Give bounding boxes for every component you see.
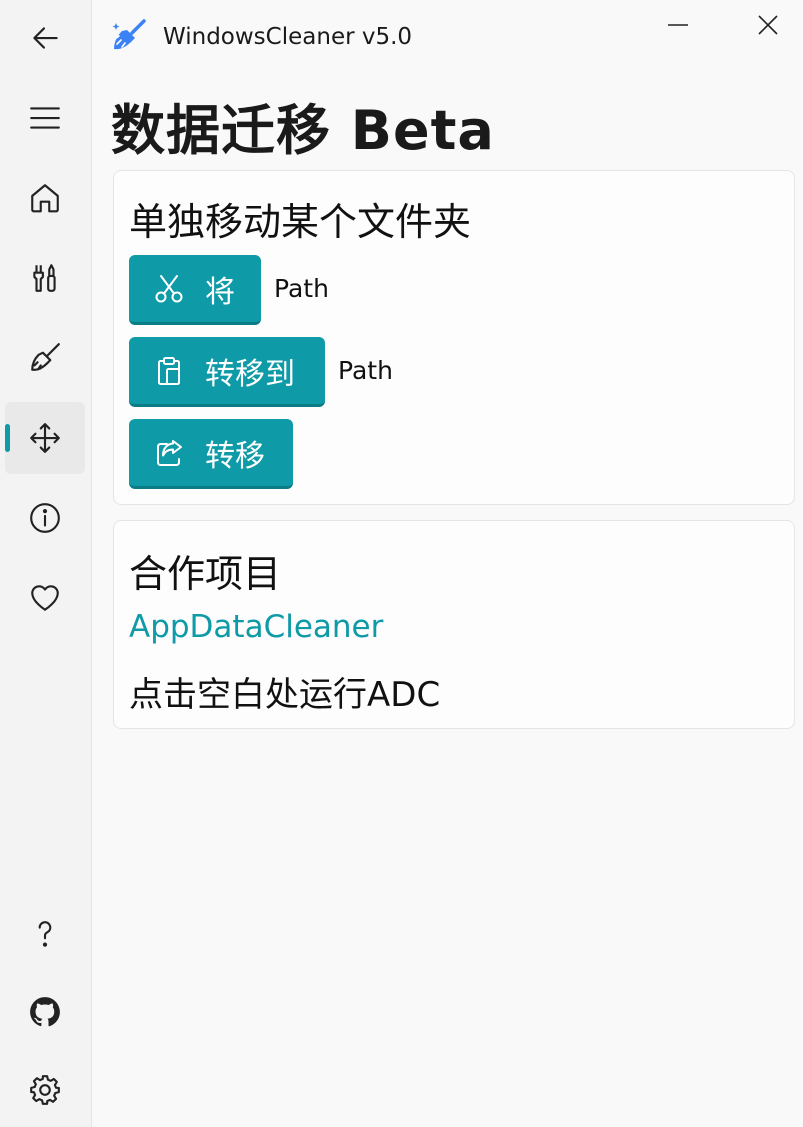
appdatacleaner-link[interactable]: AppDataCleaner [129,609,383,645]
share-icon [157,439,182,466]
nav-home[interactable] [5,162,85,234]
nav-about[interactable] [5,482,85,554]
target-path: Path [338,356,393,385]
heart-icon [31,585,59,611]
tools-icon [33,264,56,292]
page-title: 数据迁移 Beta [111,99,495,162]
menu-button[interactable] [5,82,85,154]
close-button[interactable] [746,10,790,40]
nav-favorites[interactable] [5,562,85,634]
move-arrows-icon [30,423,60,453]
home-icon [31,184,59,213]
back-button[interactable] [5,2,85,74]
select-source-label: 将 [205,274,235,310]
title-bar: WindowsCleaner v5.0 [93,0,803,76]
select-target-label: 转移到 [205,356,295,392]
clipboard-icon [158,356,180,385]
move-folder-title: 单独移动某个文件夹 [129,200,472,244]
app-title: WindowsCleaner v5.0 [163,24,413,50]
question-mark-icon [38,921,52,947]
gear-icon [30,1075,60,1105]
nav-tools[interactable] [5,242,85,314]
partner-hint: 点击空白处运行ADC [129,675,441,715]
arrow-left-icon [33,27,58,49]
github-icon [30,997,60,1027]
nav-github[interactable] [5,976,85,1048]
select-target-button[interactable]: 转移到 [129,337,325,407]
close-icon [758,15,778,35]
select-source-button[interactable]: 将 [129,255,261,325]
partner-title: 合作项目 [129,552,282,596]
partner-card[interactable]: 合作项目 AppDataCleaner 点击空白处运行ADC [113,520,795,729]
nav-clean[interactable] [5,322,85,394]
move-button-label: 转移 [205,438,265,474]
move-button[interactable]: 转移 [129,419,293,489]
source-path: Path [274,274,329,303]
hamburger-menu-icon [30,107,60,129]
minimize-icon [668,24,688,26]
move-folder-card: 单独移动某个文件夹 将 Path 转移到 Path 转移 [113,170,795,505]
broom-icon [31,343,60,371]
scissors-icon [155,274,183,302]
info-icon [30,503,60,533]
sidebar [0,0,92,1127]
nav-settings[interactable] [5,1054,85,1126]
nav-help[interactable] [5,898,85,970]
app-broom-icon [112,19,146,50]
nav-data-migration[interactable] [5,402,85,474]
minimize-button[interactable] [656,10,700,40]
